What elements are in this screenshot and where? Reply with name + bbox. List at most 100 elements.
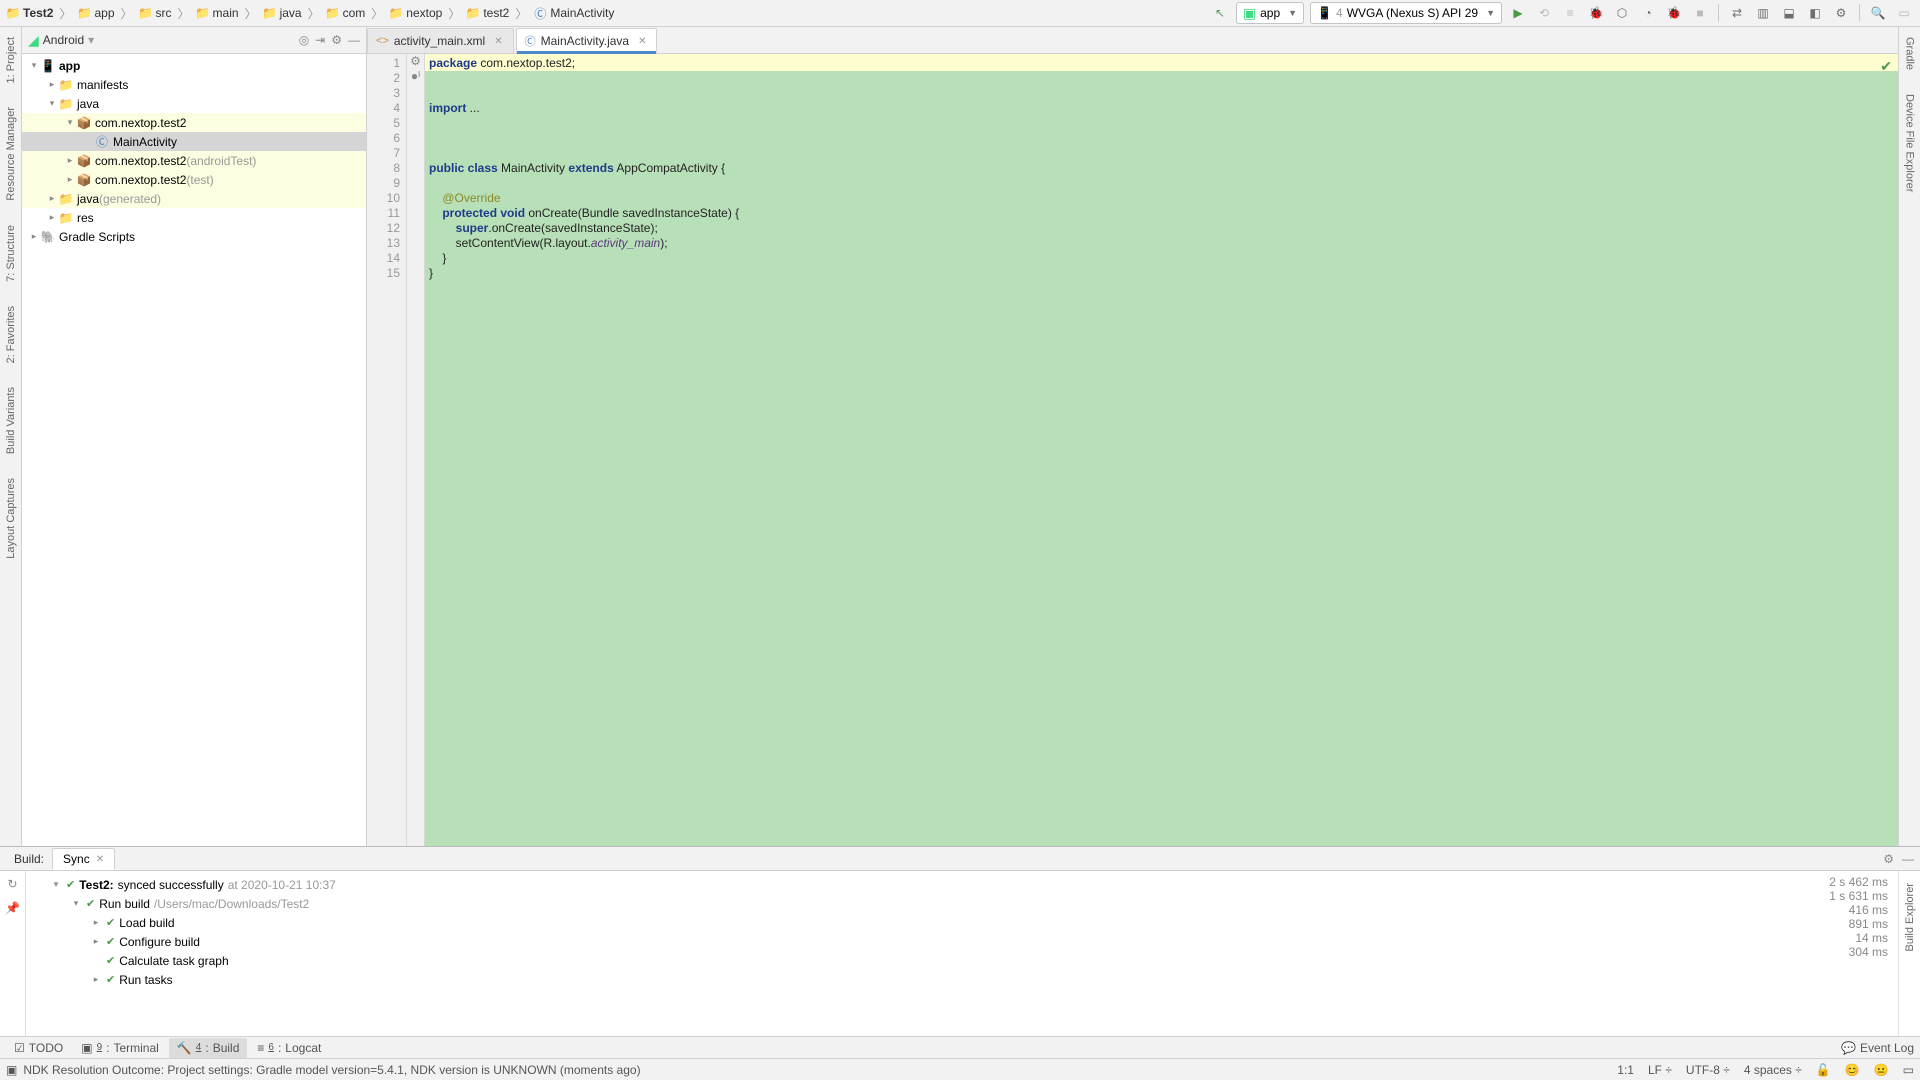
tree-arrow-icon[interactable]: ▸ xyxy=(46,79,58,90)
folder-icon: 📁 xyxy=(77,6,91,20)
tree-item-res[interactable]: ▸📁res xyxy=(22,208,366,227)
crumb-nextop[interactable]: 📁nextop〉 xyxy=(387,5,462,22)
rail-resource-manager[interactable]: Resource Manager xyxy=(5,101,17,207)
line-gutter: 123456789101112131415 xyxy=(367,54,407,846)
memory-indicator[interactable]: ▭ xyxy=(1903,1063,1914,1077)
profiler-button[interactable]: ◔ xyxy=(1636,2,1660,24)
editor-tab-activity_main.xml[interactable]: <>activity_main.xml✕ xyxy=(367,28,514,53)
project-tree[interactable]: ▾📱app▸📁manifests▾📁java▾📦com.nextop.test2… xyxy=(22,54,366,846)
hide-icon[interactable]: — xyxy=(1902,852,1914,866)
project-structure-button[interactable]: ⚙ xyxy=(1829,2,1853,24)
tree-item-com-nextop-test2[interactable]: ▾📦com.nextop.test2 xyxy=(22,113,366,132)
crumb-main[interactable]: 📁main〉 xyxy=(194,5,259,22)
build-row-run-build[interactable]: ▾✔Run build /Users/mac/Downloads/Test2 xyxy=(30,894,1778,913)
sync-gradle-button[interactable]: ⇄ xyxy=(1725,2,1749,24)
tree-item-mainactivity[interactable]: ⒸMainActivity xyxy=(22,132,366,151)
gear-icon[interactable]: ⚙ xyxy=(1883,852,1894,866)
tree-item-app[interactable]: ▾📱app xyxy=(22,56,366,75)
tree-item-com-nextop-test2[interactable]: ▸📦com.nextop.test2 (test) xyxy=(22,170,366,189)
debug-button[interactable]: 🐞 xyxy=(1584,2,1608,24)
build-sync-tab[interactable]: Sync ✕ xyxy=(52,848,115,870)
build-tab[interactable]: 🔨4:Build xyxy=(169,1038,248,1058)
todo-tab[interactable]: ☑TODO xyxy=(6,1038,71,1058)
event-log-label[interactable]: Event Log xyxy=(1860,1041,1914,1055)
build-row-run-tasks[interactable]: ▸✔Run tasks xyxy=(30,970,1778,989)
tree-arrow-icon[interactable]: ▾ xyxy=(28,60,40,71)
tree-node-icon: 📦 xyxy=(76,116,92,130)
tree-arrow-icon[interactable]: ▸ xyxy=(64,155,76,166)
crumb-java[interactable]: 📁java〉 xyxy=(261,5,322,22)
line-ending[interactable]: LF ÷ xyxy=(1648,1063,1672,1077)
crumb-src[interactable]: 📁src〉 xyxy=(137,5,192,22)
event-log-icon[interactable]: 💬 xyxy=(1841,1041,1856,1055)
crumb-Test2[interactable]: 📁Test2〉 xyxy=(4,5,73,22)
code-content[interactable]: package com.nextop.test2; import ... pub… xyxy=(425,54,1898,846)
logcat-tab[interactable]: ≡6:Logcat xyxy=(249,1038,329,1058)
android-icon: ◢ xyxy=(28,32,39,49)
tree-arrow-icon[interactable]: ▸ xyxy=(28,231,40,242)
tree-item-manifests[interactable]: ▸📁manifests xyxy=(22,75,366,94)
avd-manager-button[interactable]: ▥ xyxy=(1751,2,1775,24)
target-icon[interactable]: ◎ xyxy=(299,33,309,47)
project-view-name[interactable]: Android xyxy=(43,33,84,47)
editor-tab-MainActivity.java[interactable]: ⒸMainActivity.java✕ xyxy=(516,28,658,53)
indent[interactable]: 4 spaces ÷ xyxy=(1744,1063,1802,1077)
tree-arrow-icon[interactable]: ▸ xyxy=(46,212,58,223)
gear-icon[interactable]: ⚙ xyxy=(331,33,342,47)
hide-icon[interactable]: — xyxy=(348,33,360,47)
bottom-tool-tabs: ☑TODO ▣9:Terminal 🔨4:Build ≡6:Logcat 💬 E… xyxy=(0,1036,1920,1058)
build-row-calculate-task-graph[interactable]: ✔Calculate task graph xyxy=(30,951,1778,970)
device-selector[interactable]: 📱 4 WVGA (Nexus S) API 29 ▼ xyxy=(1310,2,1502,24)
crumb-com[interactable]: 📁com〉 xyxy=(324,5,386,22)
close-icon[interactable]: ✕ xyxy=(638,36,646,47)
rail-build-variants[interactable]: Build Variants xyxy=(5,381,17,460)
apply-changes-button[interactable]: ⟲ xyxy=(1532,2,1556,24)
build-root[interactable]: ▾✔Test2: synced successfully at 2020-10-… xyxy=(30,875,1778,894)
readonly-icon[interactable]: 🔓 xyxy=(1816,1063,1831,1077)
rail-gradle[interactable]: Gradle xyxy=(1904,31,1916,76)
crumb-MainActivity[interactable]: ⒸMainActivity xyxy=(531,6,616,20)
encoding[interactable]: UTF-8 ÷ xyxy=(1686,1063,1730,1077)
rail-2-favorites[interactable]: 2: Favorites xyxy=(5,300,17,369)
filter-icon[interactable]: 📌 xyxy=(5,901,20,915)
rail-device-file-explorer[interactable]: Device File Explorer xyxy=(1904,88,1916,198)
tree-item-gradle-scripts[interactable]: ▸🐘Gradle Scripts xyxy=(22,227,366,246)
search-everywhere-button[interactable]: 🔍 xyxy=(1866,2,1890,24)
run-config-app-selector[interactable]: ▣ app ▼ xyxy=(1236,2,1304,24)
make-project-button[interactable]: ↖ xyxy=(1208,2,1232,24)
build-row-configure-build[interactable]: ▸✔Configure build xyxy=(30,932,1778,951)
tree-item-java[interactable]: ▾📁java xyxy=(22,94,366,113)
sdk-manager-button[interactable]: ⬓ xyxy=(1777,2,1801,24)
resource-manager-button[interactable]: ◧ xyxy=(1803,2,1827,24)
ide-settings-button[interactable]: ▭ xyxy=(1892,2,1916,24)
chevron-down-icon[interactable]: ▾ xyxy=(88,33,94,47)
restart-icon[interactable]: ↻ xyxy=(7,877,17,891)
rail-1-project[interactable]: 1: Project xyxy=(5,31,17,89)
tree-arrow-icon[interactable]: ▾ xyxy=(64,117,76,128)
build-explorer-rail[interactable]: Build Explorer xyxy=(1904,877,1916,957)
stop-button[interactable]: ■ xyxy=(1688,2,1712,24)
terminal-tab[interactable]: ▣9:Terminal xyxy=(73,1038,167,1058)
tree-arrow-icon[interactable]: ▸ xyxy=(46,193,58,204)
tree-item-com-nextop-test2[interactable]: ▸📦com.nextop.test2 (androidTest) xyxy=(22,151,366,170)
rail-layout-captures[interactable]: Layout Captures xyxy=(5,472,17,565)
build-row-load-build[interactable]: ▸✔Load build xyxy=(30,913,1778,932)
tree-arrow-icon[interactable]: ▸ xyxy=(64,174,76,185)
build-tree[interactable]: ▾✔Test2: synced successfully at 2020-10-… xyxy=(26,871,1778,1036)
crumb-test2[interactable]: 📁test2〉 xyxy=(464,5,529,22)
debug-restart-button[interactable]: ≡ xyxy=(1558,2,1582,24)
crumb-app[interactable]: 📁app〉 xyxy=(75,5,134,22)
code-editor[interactable]: 123456789101112131415 ⚙●ᴵ package com.ne… xyxy=(367,54,1898,846)
tree-arrow-icon[interactable]: ▾ xyxy=(46,98,58,109)
attach-debugger-button[interactable]: 🐞 xyxy=(1662,2,1686,24)
collapse-icon[interactable]: ⇥ xyxy=(315,33,325,47)
status-window-icon[interactable]: ▣ xyxy=(6,1063,17,1077)
coverage-button[interactable]: ⬡ xyxy=(1610,2,1634,24)
run-button[interactable]: ▶ xyxy=(1506,2,1530,24)
rail-7-structure[interactable]: 7: Structure xyxy=(5,219,17,288)
class-icon: Ⓒ xyxy=(525,33,536,49)
caret-position[interactable]: 1:1 xyxy=(1617,1063,1634,1077)
tree-item-java[interactable]: ▸📁java (generated) xyxy=(22,189,366,208)
close-icon[interactable]: ✕ xyxy=(96,854,104,865)
close-icon[interactable]: ✕ xyxy=(494,36,502,47)
